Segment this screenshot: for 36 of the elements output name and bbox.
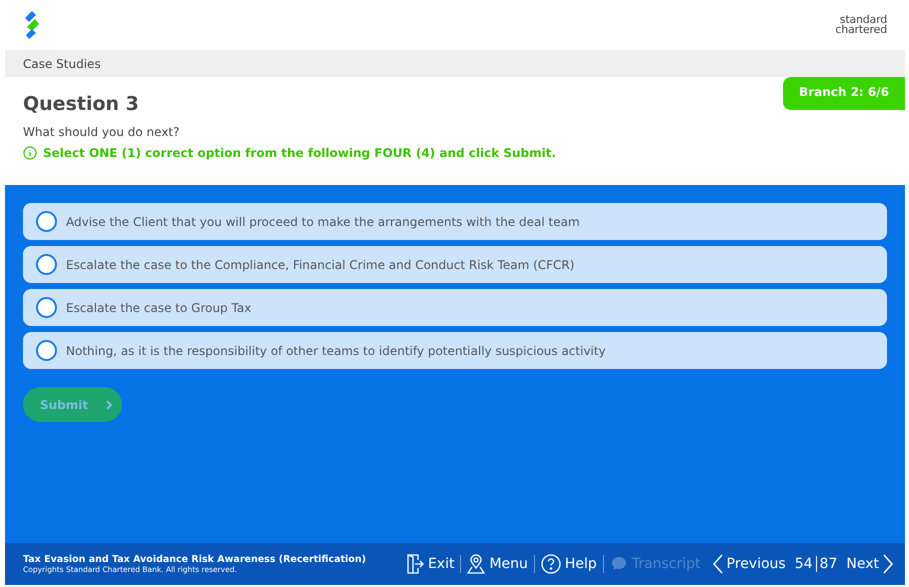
chevron-icon <box>106 400 114 410</box>
chat-icon <box>610 555 628 573</box>
footer-nav-button[interactable]: Menu <box>461 554 534 574</box>
page-current: 54 <box>794 556 814 572</box>
branch-badge: Branch 2: 6/6 <box>783 77 905 110</box>
option-label: Advise the Client that you will proceed to make the arrangements with the deal team <box>66 214 580 228</box>
option-label: Escalate the case to Group Tax <box>66 300 252 314</box>
map-pin-icon <box>467 554 486 574</box>
option-label: Escalate the case to the Compliance, Financial Crime and Conduct Risk Team (CFCR) <box>66 258 574 272</box>
footer-nav-button[interactable]: Help <box>534 554 603 574</box>
footer-nav-button[interactable]: Exit <box>400 554 460 574</box>
radio-button[interactable] <box>36 297 57 318</box>
next-button[interactable]: Next <box>840 554 899 574</box>
chevron-right-icon <box>883 554 893 574</box>
logo-icon <box>23 10 41 40</box>
radio-button[interactable] <box>36 340 57 361</box>
info-icon <box>23 146 37 160</box>
answer-option[interactable]: Advise the Client that you will proceed to make the arrangements with the deal team <box>23 203 887 240</box>
page-total: 87 <box>818 556 838 572</box>
radio-button[interactable] <box>36 254 57 275</box>
question-title: Question 3 <box>23 93 139 115</box>
brand-wordmark: chartered <box>835 25 887 35</box>
answer-option[interactable]: Escalate the case to the Compliance, Financial Crime and Conduct Risk Team (CFCR) <box>23 246 887 283</box>
question-prompt: What should you do next? <box>23 125 180 139</box>
help-icon <box>540 554 561 574</box>
previous-button[interactable]: Previous <box>706 554 792 574</box>
radio-button[interactable] <box>36 211 57 232</box>
option-label: Nothing, as it is the responsibility of other teams to identify potentially suspicious activity <box>66 344 606 358</box>
answer-option[interactable]: Nothing, as it is the responsibility of other teams to identify potentially suspicious activity <box>23 332 887 369</box>
brand-wordmark: standard <box>840 15 887 25</box>
instruction-text: Select ONE (1) correct option from the following FOUR (4) and click Submit. <box>43 146 556 160</box>
chevron-left-icon <box>712 554 723 574</box>
answer-option[interactable]: Escalate the case to Group Tax <box>23 289 887 326</box>
course-title: Tax Evasion and Tax Avoidance Risk Awareness (Recertification) <box>23 554 367 565</box>
door-icon <box>406 554 424 574</box>
breadcrumb: Case Studies <box>23 56 101 70</box>
